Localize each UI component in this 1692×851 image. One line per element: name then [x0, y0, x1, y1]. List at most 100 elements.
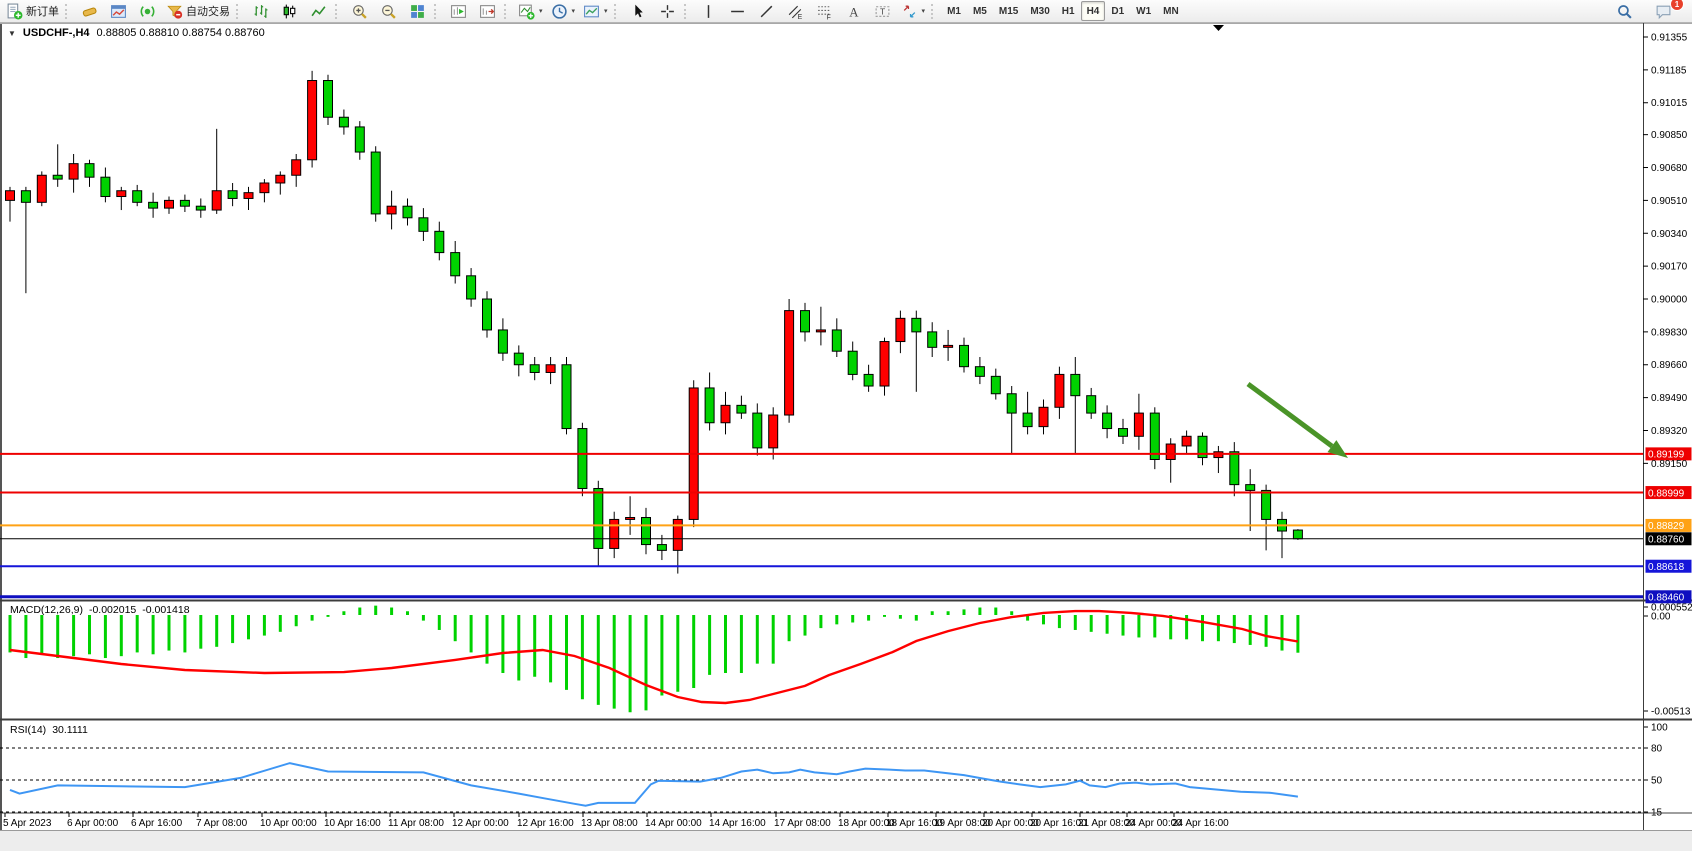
timeframe-m15-button[interactable]: M15	[993, 1, 1024, 21]
tile-windows-button[interactable]	[403, 0, 432, 22]
auto-scroll-icon	[450, 3, 467, 20]
symbol-title: USDCHF-,H4	[23, 27, 90, 39]
autotrading-button[interactable]: 自动交易	[162, 0, 234, 22]
svg-text:0.91015: 0.91015	[1651, 98, 1688, 109]
svg-text:0.90170: 0.90170	[1651, 262, 1688, 273]
timeframe-h1-button[interactable]: H1	[1056, 1, 1081, 21]
macd-value: -0.002015	[89, 604, 136, 616]
svg-text:-0.00513: -0.00513	[1651, 707, 1691, 718]
chart-shift-button[interactable]	[473, 0, 502, 22]
chart-window-icon	[110, 3, 127, 20]
svg-text:24 Apr 16:00: 24 Apr 16:00	[1172, 818, 1229, 829]
toolbar-grip	[236, 4, 242, 19]
svg-text:14 Apr 00:00: 14 Apr 00:00	[645, 818, 702, 829]
indicators-button[interactable]: ▾	[514, 0, 547, 22]
rsi-name: RSI(14)	[10, 724, 46, 736]
svg-text:0.89490: 0.89490	[1651, 393, 1688, 404]
toolbar-grip	[335, 4, 341, 19]
svg-text:11 Apr 08:00: 11 Apr 08:00	[388, 818, 444, 829]
channel-button[interactable]: E	[781, 0, 810, 22]
signals-icon	[139, 3, 156, 20]
vline-button[interactable]	[694, 0, 723, 22]
timeframe-mn-button[interactable]: MN	[1157, 1, 1185, 21]
rsi-value: 30.1111	[52, 724, 88, 736]
zoom-out-icon	[380, 3, 397, 20]
auto-scroll-button[interactable]	[444, 0, 473, 22]
line-chart-button[interactable]	[304, 0, 333, 22]
symbol-dropdown-icon[interactable]: ▼	[8, 29, 16, 38]
trendline-button[interactable]	[752, 0, 781, 22]
periods-icon	[551, 3, 568, 20]
chart-window-button[interactable]	[104, 0, 133, 22]
tile-windows-icon	[409, 3, 426, 20]
hline-button[interactable]	[723, 0, 752, 22]
fibonacci-icon: F	[816, 3, 833, 20]
svg-text:0.91355: 0.91355	[1651, 33, 1688, 44]
fibonacci-button[interactable]: F	[810, 0, 839, 22]
svg-text:0.90850: 0.90850	[1651, 130, 1688, 141]
zoom-in-button[interactable]	[345, 0, 374, 22]
timeframe-m5-button[interactable]: M5	[967, 1, 993, 21]
svg-text:17 Apr 08:00: 17 Apr 08:00	[774, 818, 831, 829]
notifications-button[interactable]: 1	[1649, 0, 1678, 22]
timeframe-d1-button[interactable]: D1	[1105, 1, 1130, 21]
notification-badge: 1	[1670, 0, 1684, 11]
svg-text:50: 50	[1651, 776, 1663, 787]
svg-text:5 Apr 2023: 5 Apr 2023	[3, 818, 52, 829]
svg-text:0.90000: 0.90000	[1651, 295, 1688, 306]
svg-text:F: F	[826, 14, 830, 20]
macd-label: MACD(12,26,9) -0.002015 -0.001418	[10, 604, 190, 616]
text-button[interactable]: A	[839, 0, 868, 22]
styler-icon	[81, 3, 98, 20]
svg-text:14 Apr 16:00: 14 Apr 16:00	[709, 818, 766, 829]
cursor-button[interactable]	[624, 0, 653, 22]
text-icon: A	[845, 3, 862, 20]
svg-text:6 Apr 16:00: 6 Apr 16:00	[131, 818, 183, 829]
search-button[interactable]	[1610, 0, 1639, 22]
signals-button[interactable]	[133, 0, 162, 22]
toolbar-grip	[931, 4, 937, 19]
svg-text:A: A	[849, 5, 859, 19]
timeframe-w1-button[interactable]: W1	[1130, 1, 1157, 21]
svg-text:0.89660: 0.89660	[1651, 360, 1688, 371]
ohlc-values: 0.88805 0.88810 0.88754 0.88760	[97, 27, 265, 39]
crosshair-button[interactable]	[653, 0, 682, 22]
toolbar-grip	[65, 4, 71, 19]
svg-text:7 Apr 08:00: 7 Apr 08:00	[196, 818, 248, 829]
periods-button[interactable]: ▾	[547, 0, 580, 22]
autotrading-icon	[166, 3, 183, 20]
svg-text:12 Apr 16:00: 12 Apr 16:00	[517, 818, 574, 829]
svg-text:80: 80	[1651, 744, 1663, 755]
toolbar-grip	[684, 4, 690, 19]
timeframe-m30-button[interactable]: M30	[1024, 1, 1055, 21]
chart-canvas[interactable]: 0.0005520.00-0.005131008050150.891990.88…	[0, 0, 1692, 851]
text-label-button[interactable]: T	[868, 0, 897, 22]
chart-title: ▼ USDCHF-,H4 0.88805 0.88810 0.88754 0.8…	[8, 27, 265, 39]
chart-shift-icon	[479, 3, 496, 20]
svg-text:0.89150: 0.89150	[1651, 459, 1688, 470]
macd-signal-value: -0.001418	[142, 604, 189, 616]
indicators-icon	[518, 3, 535, 20]
line-chart-icon	[310, 3, 327, 20]
timeframe-m1-button[interactable]: M1	[941, 1, 967, 21]
vline-icon	[700, 3, 717, 20]
svg-text:0.88829: 0.88829	[1648, 521, 1685, 532]
bar-chart-button[interactable]	[246, 0, 275, 22]
svg-text:0.91185: 0.91185	[1651, 65, 1687, 76]
svg-text:0.90680: 0.90680	[1651, 163, 1688, 174]
svg-text:0.88618: 0.88618	[1648, 562, 1685, 573]
candlestick-icon	[281, 3, 298, 20]
hline-icon	[729, 3, 746, 20]
styler-button[interactable]	[75, 0, 104, 22]
zoom-out-button[interactable]	[374, 0, 403, 22]
timeframe-h4-button[interactable]: H4	[1081, 1, 1106, 21]
candlestick-button[interactable]	[275, 0, 304, 22]
arrows-button[interactable]: ▾	[897, 0, 930, 22]
new-order-button[interactable]: 新订单	[2, 0, 63, 22]
macd-name: MACD(12,26,9)	[10, 604, 83, 616]
svg-text:12 Apr 00:00: 12 Apr 00:00	[452, 818, 509, 829]
text-label-icon: T	[874, 3, 891, 20]
svg-text:6 Apr 00:00: 6 Apr 00:00	[67, 818, 119, 829]
svg-text:0.88760: 0.88760	[1648, 535, 1685, 546]
templates-button[interactable]: ▾	[579, 0, 612, 22]
